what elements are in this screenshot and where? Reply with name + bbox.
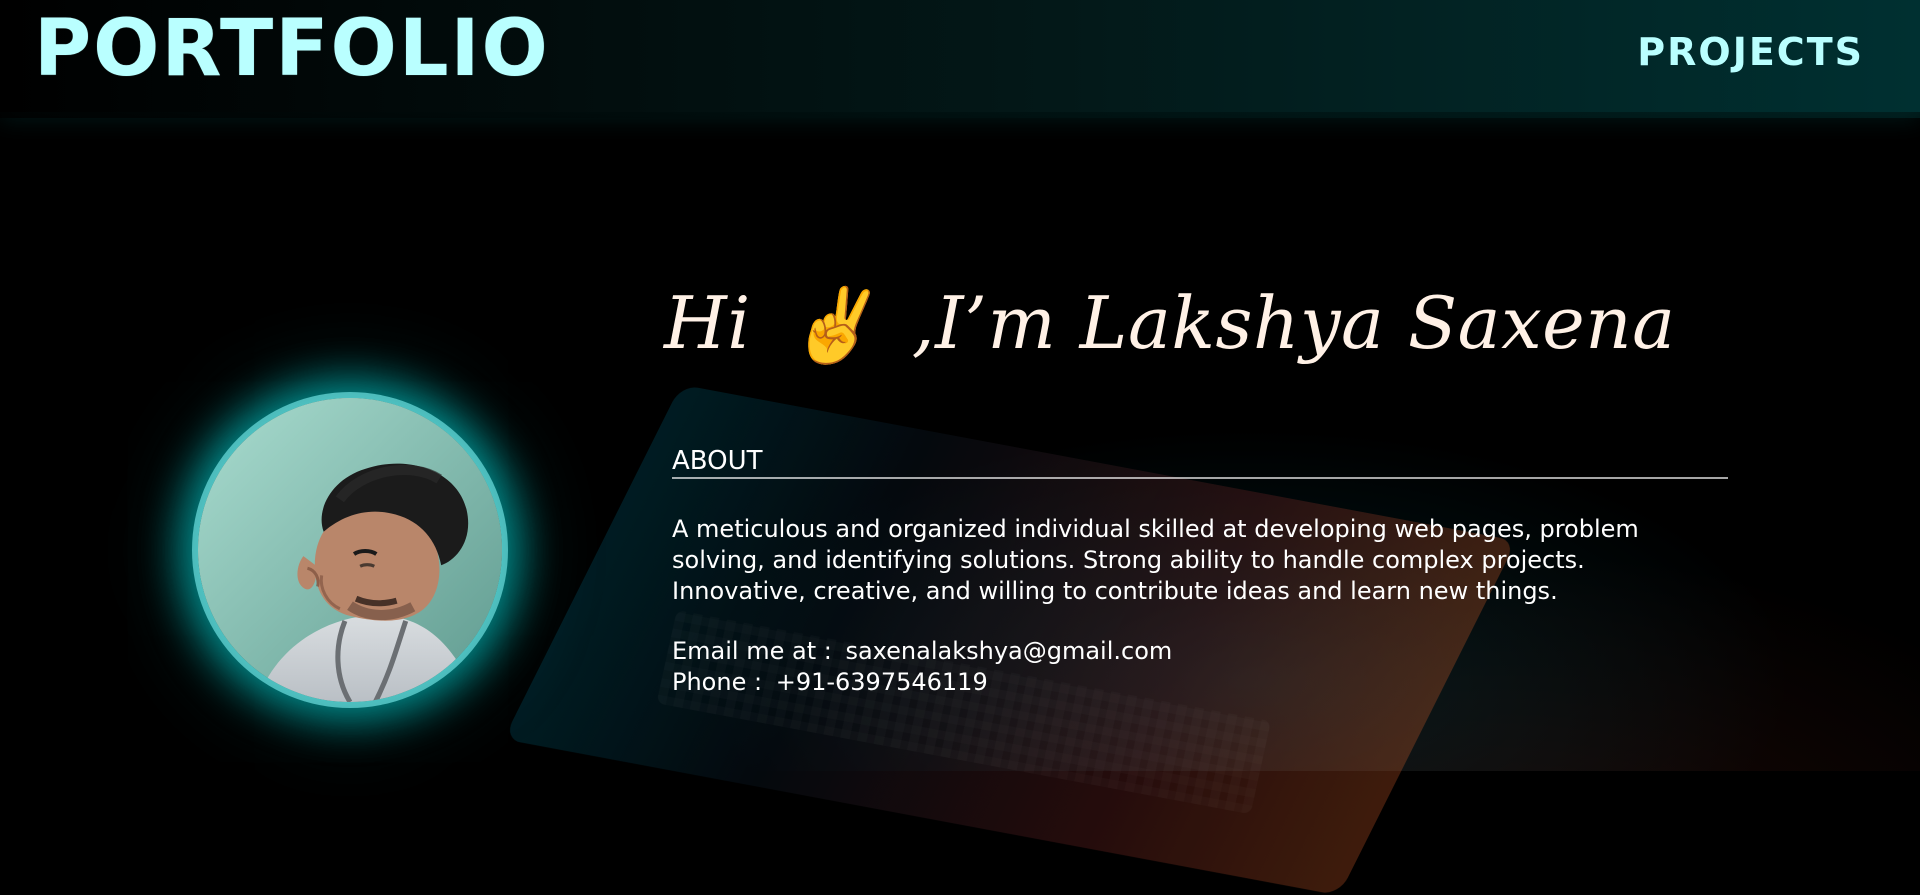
peace-sign-emoji: ✌️ — [786, 283, 877, 367]
hero-greeting: Hi ✌️ ,I’m Lakshya Saxena — [664, 283, 1676, 367]
profile-photo-illustration — [198, 398, 502, 702]
phone-link[interactable]: +91-6397546119 — [776, 668, 988, 696]
contact-block: Email me at : saxenalakshya@gmail.com Ph… — [672, 636, 1172, 698]
greeting-prefix: Hi — [664, 281, 751, 365]
email-label: Email me at : — [672, 637, 832, 665]
top-header: PORTFOLIO PROJECTS — [0, 0, 1920, 118]
phone-line: Phone : +91-6397546119 — [672, 667, 1172, 698]
about-divider — [672, 477, 1728, 479]
about-paragraph: A meticulous and organized individual sk… — [672, 515, 1639, 605]
email-line: Email me at : saxenalakshya@gmail.com — [672, 636, 1172, 667]
email-link[interactable]: saxenalakshya@gmail.com — [845, 637, 1172, 665]
greeting-suffix: ,I’m Lakshya Saxena — [911, 281, 1676, 365]
brand-logo-text: PORTFOLIO — [34, 4, 550, 94]
profile-avatar — [198, 398, 502, 702]
about-title: ABOUT — [672, 446, 763, 476]
nav-projects-link[interactable]: PROJECTS — [1637, 30, 1864, 74]
phone-label: Phone : — [672, 668, 763, 696]
